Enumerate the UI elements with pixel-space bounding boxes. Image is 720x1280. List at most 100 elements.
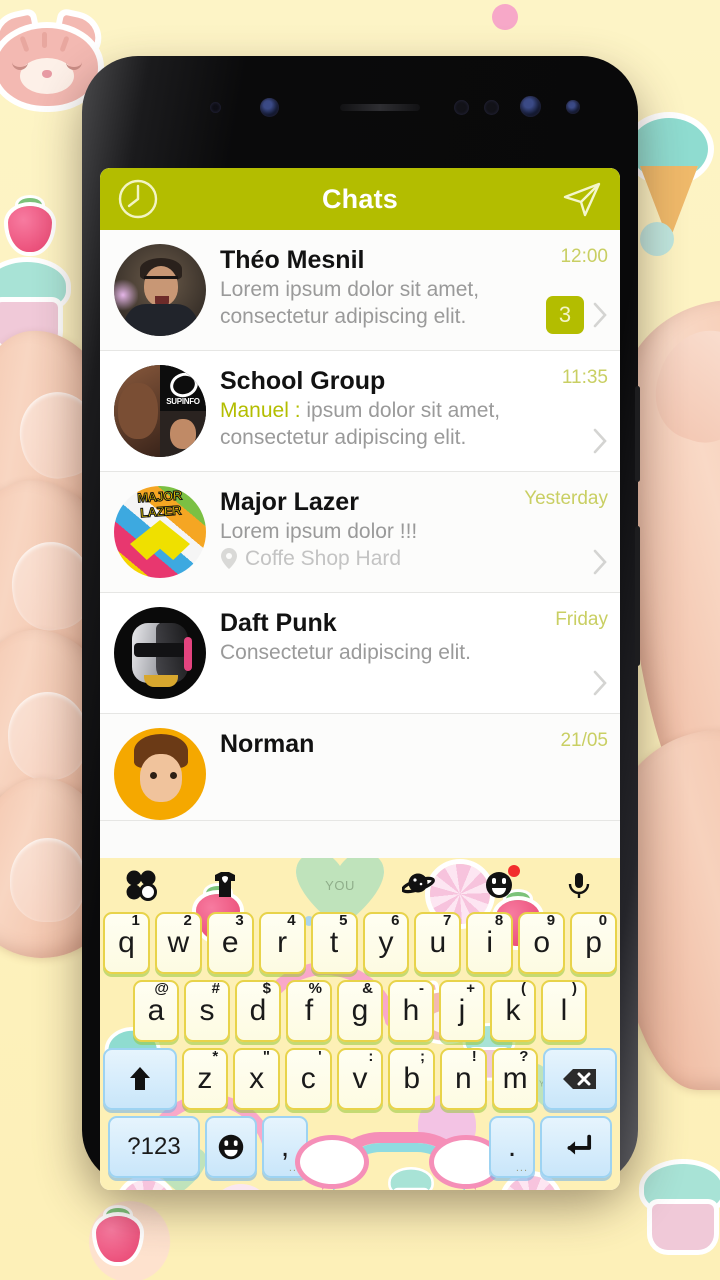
chat-list-item-norman[interactable]: Norman 21/05 <box>100 714 620 821</box>
avatar[interactable] <box>114 607 206 699</box>
chat-preview: Lorem ipsum dolor sit amet, consectetur … <box>220 278 480 328</box>
key-h[interactable]: -h <box>388 980 434 1042</box>
key-sup: 3 <box>235 912 244 929</box>
key-k[interactable]: (k <box>490 980 536 1042</box>
key-p[interactable]: 0p <box>570 912 618 974</box>
key-label: m <box>502 1062 528 1095</box>
symbols-key[interactable]: ?123 <box>108 1116 200 1178</box>
chat-sender: Manuel : <box>220 399 301 422</box>
chat-list-item-major-lazer[interactable]: MAJOR LAZER Major Lazer Lorem ipsum dolo… <box>100 472 620 593</box>
enter-key[interactable] <box>540 1116 612 1178</box>
key-sup: # <box>211 980 220 997</box>
key-sup: ; <box>420 1048 426 1065</box>
chat-list[interactable]: Théo Mesnil Lorem ipsum dolor sit amet, … <box>100 230 620 858</box>
chat-timestamp: Friday <box>555 609 608 630</box>
key-label: h <box>402 994 420 1027</box>
chat-list-item-daft-punk[interactable]: Daft Punk Consectetur adipiscing elit. F… <box>100 593 620 714</box>
key-u[interactable]: 7u <box>414 912 462 974</box>
avatar[interactable] <box>114 244 206 336</box>
volume-button[interactable] <box>635 386 640 482</box>
chat-preview: Manuel : ipsum dolor sit amet, consectet… <box>220 398 542 452</box>
key-c[interactable]: ' c <box>284 1048 332 1110</box>
key-b[interactable]: ; b <box>388 1048 436 1110</box>
avatar[interactable]: MAJOR LAZER <box>114 486 206 578</box>
tshirt-theme-icon[interactable] <box>208 868 242 902</box>
chat-name: Daft Punk <box>220 609 337 637</box>
key-o[interactable]: 9o <box>518 912 566 974</box>
power-button[interactable] <box>635 526 640 666</box>
key-sup: 9 <box>546 912 556 929</box>
key-label: r <box>277 926 288 959</box>
chat-list-item-theo-mesnil[interactable]: Théo Mesnil Lorem ipsum dolor sit amet, … <box>100 230 620 351</box>
key-q[interactable]: 1q <box>102 912 150 974</box>
key-label: . <box>507 1130 517 1163</box>
microphone-icon[interactable] <box>562 868 596 902</box>
emoji-key[interactable] <box>205 1116 257 1178</box>
key-d[interactable]: $ d <box>235 980 281 1042</box>
key-sup: ? <box>519 1048 529 1065</box>
chat-list-item-school-group[interactable]: SUPINFO School Group Manuel : ipsum dolo… <box>100 351 620 472</box>
key-y[interactable]: 6y <box>362 912 410 974</box>
key-i[interactable]: 8i <box>466 912 514 974</box>
key-t[interactable]: 5t <box>310 912 358 974</box>
key-label: g <box>351 994 369 1027</box>
clock-icon[interactable] <box>116 177 160 221</box>
key-label: k <box>505 994 521 1027</box>
key-z[interactable]: * z <box>181 1048 229 1110</box>
long-press-hint: ... <box>515 1162 528 1174</box>
virtual-keyboard[interactable]: YOU YOU <box>100 858 620 1190</box>
key-label: o <box>533 926 551 959</box>
key-s[interactable]: # s <box>184 980 230 1042</box>
shift-key[interactable] <box>103 1048 177 1110</box>
shift-arrow-icon <box>129 1067 150 1090</box>
avatar-logo-text: SUPINFO <box>166 397 200 406</box>
chat-location-text: Coffe Shop Hard <box>245 546 402 570</box>
key-r[interactable]: 4r <box>258 912 306 974</box>
key-label: e <box>221 926 239 959</box>
key-x[interactable]: " x <box>233 1048 280 1110</box>
location-pin-icon <box>221 548 237 570</box>
key-sup: " <box>262 1048 270 1065</box>
key-sup: - <box>419 980 424 997</box>
emoji-face-icon[interactable] <box>482 865 520 902</box>
avatar[interactable] <box>114 728 206 820</box>
page-title: Chats <box>321 183 398 214</box>
chat-location: Coffe Shop Hard <box>220 547 504 571</box>
chevron-right-icon <box>593 670 607 696</box>
sensor-dot-icon <box>566 100 580 114</box>
enter-arrow-icon <box>567 1134 592 1155</box>
light-sensor-icon <box>484 100 499 115</box>
phone-device: Chats Théo Mesnil Lorem ipsum dolor sit … <box>82 56 640 1190</box>
chat-timestamp: 21/05 <box>560 730 608 751</box>
backspace-key[interactable] <box>543 1048 617 1110</box>
key-sup: @ <box>154 980 169 997</box>
key-sup: 7 <box>442 912 452 929</box>
key-j[interactable]: + j <box>439 980 485 1042</box>
key-label: x <box>249 1062 265 1095</box>
send-paper-plane-icon[interactable] <box>560 177 604 221</box>
lollipop-sticker <box>120 1180 172 1190</box>
key-f[interactable]: % f <box>286 980 332 1042</box>
period-key[interactable]: . ... <box>489 1116 535 1178</box>
key-l[interactable]: ) l <box>541 980 587 1042</box>
key-sup: 6 <box>391 912 400 929</box>
front-camera-icon <box>260 98 279 117</box>
chat-timestamp: Yesterday <box>524 488 608 509</box>
planet-sticker-icon[interactable] <box>401 868 436 902</box>
key-m[interactable]: ? m <box>491 1048 539 1110</box>
key-label: c <box>300 1062 316 1095</box>
lollipop-sticker <box>504 1176 558 1190</box>
cupcake-sticker <box>640 1164 720 1254</box>
key-e[interactable]: 3e <box>206 912 254 974</box>
key-v[interactable]: :v <box>336 1048 384 1110</box>
clover-apps-icon[interactable] <box>124 868 158 902</box>
key-label: f <box>304 994 314 1027</box>
key-w[interactable]: 2w <box>154 912 202 974</box>
key-sup: 1 <box>131 912 140 929</box>
space-key[interactable] <box>299 1116 498 1190</box>
key-a[interactable]: @ a <box>133 980 179 1042</box>
avatar[interactable]: SUPINFO <box>114 365 206 457</box>
key-g[interactable]: & g <box>337 980 383 1042</box>
key-n[interactable]: ! n <box>440 1048 487 1110</box>
key-sup: 2 <box>183 912 192 929</box>
